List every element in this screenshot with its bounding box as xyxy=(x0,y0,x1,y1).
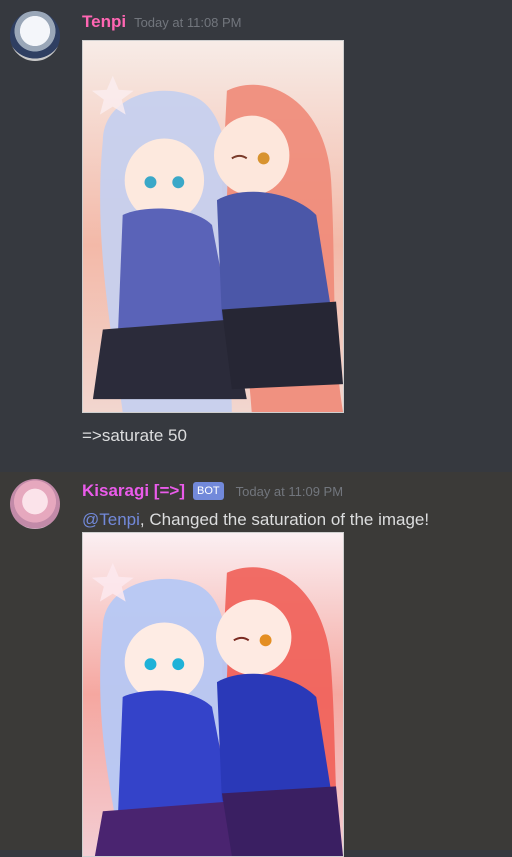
saturated-anime-illustration-image xyxy=(83,533,343,856)
user-avatar[interactable] xyxy=(10,11,60,61)
timestamp: Today at 11:08 PM xyxy=(134,14,242,30)
image-attachment[interactable] xyxy=(82,532,344,857)
timestamp: Today at 11:09 PM xyxy=(235,483,344,499)
message-text: , Changed the saturation of the image! xyxy=(139,510,430,529)
message-content: =>saturate 50 xyxy=(82,426,187,445)
message-header: Tenpi Today at 11:08 PM xyxy=(82,11,242,33)
bot-username[interactable]: Kisaragi [=>] xyxy=(82,481,185,501)
image-attachment[interactable] xyxy=(82,40,344,413)
bot-avatar[interactable] xyxy=(10,479,60,529)
message-tenpi: Tenpi Today at 11:08 PM =>saturate 50 xyxy=(0,0,512,472)
message-kisaragi: Kisaragi [=>] BOT Today at 11:09 PM @Ten… xyxy=(0,472,512,857)
username[interactable]: Tenpi xyxy=(82,12,126,32)
message-content: @Tenpi, Changed the saturation of the im… xyxy=(82,510,429,530)
user-mention[interactable]: @Tenpi xyxy=(82,510,140,529)
bot-badge: BOT xyxy=(193,482,224,500)
anime-illustration-image xyxy=(83,41,343,412)
message-header: Kisaragi [=>] BOT Today at 11:09 PM xyxy=(82,480,343,502)
